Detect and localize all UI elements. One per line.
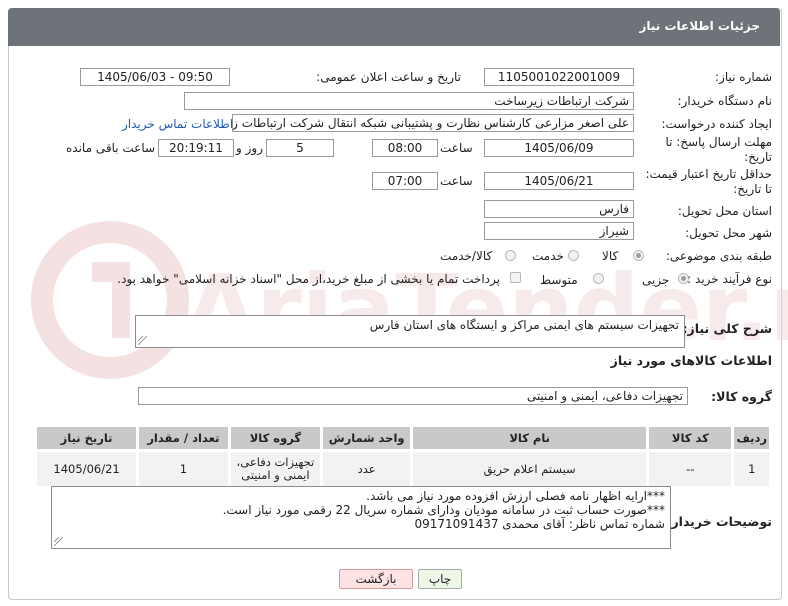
col-code-header: کد کالا [646,424,735,452]
process-option-minor: جزیی [642,273,670,287]
treasury-payment-checkbox[interactable] [510,272,521,283]
buyer-notes-textarea[interactable]: ***ارایه اظهار نامه فصلی ارزش افزوده مور… [51,486,671,549]
buyer-note-line: شماره تماس ناظر: آقای محمدی 09171091437 [414,517,665,531]
cell-row: 1 [731,449,772,489]
province-label: استان محل تحویل: [677,204,772,218]
panel-header: جزئیات اطلاعات نیاز [8,8,780,46]
buyer-org-label: نام دستگاه خریدار: [677,94,773,108]
remaining-label: ساعت باقی مانده [66,141,156,155]
response-date-field: 1405/06/09 [484,139,634,157]
process-radio-medium[interactable] [593,273,604,284]
cell-group: تجهیزات دفاعی، ایمنی و امنیتی [227,449,324,489]
requester-label: ایجاد کننده درخواست: [661,117,772,131]
response-deadline-label: مهلت ارسال پاسخ: تا [665,135,772,149]
category-option-both: کالا/خدمت [440,249,493,263]
need-number-label: شماره نیاز: [715,70,772,84]
days-field: 5 [266,139,334,157]
description-label: شرح کلی نیاز: [682,321,772,336]
process-option-medium: متوسط [540,273,578,287]
price-validity-label-2: تا تاریخ: [733,182,772,196]
buyer-note-line: ***صورت حساب ثبت در سامانه مودیان ودارای… [222,503,665,517]
price-validity-label: حداقل تاریخ اعتبار قیمت: [645,167,772,181]
col-unit-header: واحد شمارش [320,424,414,452]
announce-label: تاریخ و ساعت اعلان عمومی: [316,70,461,84]
description-text: تجهیزات سیستم های ایمنی مراکز و ایستگاه … [369,318,679,332]
need-number-field: 1105001022001009 [484,68,634,86]
cell-name: سیستم اعلام حریق [410,449,650,489]
cell-date: 1405/06/21 [33,449,140,489]
response-deadline-label-2: تاریخ: [744,150,772,164]
cell-unit: عدد [320,449,414,489]
cell-qty: 1 [136,449,231,489]
items-table-header-row: ردیف کد کالا نام کالا واحد شمارش گروه کا… [33,424,772,452]
resize-grip-icon[interactable] [54,537,63,546]
category-label: طبقه بندی موضوعی: [665,249,772,263]
resize-grip-icon[interactable] [138,336,147,345]
col-row-header: ردیف [731,424,772,452]
days-label: روز و [236,141,263,155]
buyer-notes-label: توضیحات خریدار: [666,514,772,529]
category-radio-service[interactable] [568,250,579,261]
city-label: شهر محل تحویل: [685,226,772,240]
city-field: شیراز [484,222,634,240]
response-time-field: 08:00 [372,139,438,157]
table-row: 1 -- سیستم اعلام حریق عدد تجهیزات دفاعی،… [33,449,772,489]
goods-section-title: اطلاعات کالاهای مورد نیاز [610,353,772,368]
price-validity-time-label: ساعت [440,174,473,188]
province-field: فارس [484,200,634,218]
response-time-label: ساعت [440,141,473,155]
items-table: ردیف کد کالا نام کالا واحد شمارش گروه کا… [33,424,772,489]
col-qty-header: تعداد / مقدار [136,424,231,452]
category-option-goods: کالا [602,249,619,263]
category-radio-goods[interactable] [633,250,644,261]
price-validity-date-field: 1405/06/21 [484,172,634,190]
remaining-time-field: 20:19:11 [158,139,234,157]
treasury-payment-note: پرداخت تمام یا بخشی از مبلغ خرید،از محل … [117,272,500,286]
buyer-note-line: ***ارایه اظهار نامه فصلی ارزش افزوده مور… [366,489,665,503]
col-name-header: نام کالا [410,424,650,452]
back-button[interactable]: بازگشت [339,569,413,589]
goods-group-field: تجهیزات دفاعی، ایمنی و امنیتی [138,387,688,405]
purchase-process-label: نوع فرآیند خرید : [687,272,772,286]
requester-field: علی اصغر مزارعی کارشناس نظارت و پشتیبانی… [232,114,634,132]
col-date-header: تاریخ نیاز [33,424,140,452]
announce-field: 1405/06/03 - 09:50 [80,68,230,86]
col-group-header: گروه کالا [227,424,324,452]
process-radio-minor[interactable] [678,273,689,284]
buyer-contact-link[interactable]: اطلاعات تماس خریدار [122,117,233,131]
category-radio-both[interactable] [505,250,516,261]
panel-title: جزئیات اطلاعات نیاز [639,19,760,33]
goods-group-label: گروه کالا: [711,389,772,404]
print-button[interactable]: چاپ [418,569,462,589]
cell-code: -- [646,449,735,489]
category-option-service: خدمت [532,249,564,263]
price-validity-time-field: 07:00 [372,172,438,190]
description-textarea[interactable]: تجهیزات سیستم های ایمنی مراکز و ایستگاه … [135,315,685,348]
buyer-org-field: شرکت ارتباطات زیرساخت [184,92,634,110]
